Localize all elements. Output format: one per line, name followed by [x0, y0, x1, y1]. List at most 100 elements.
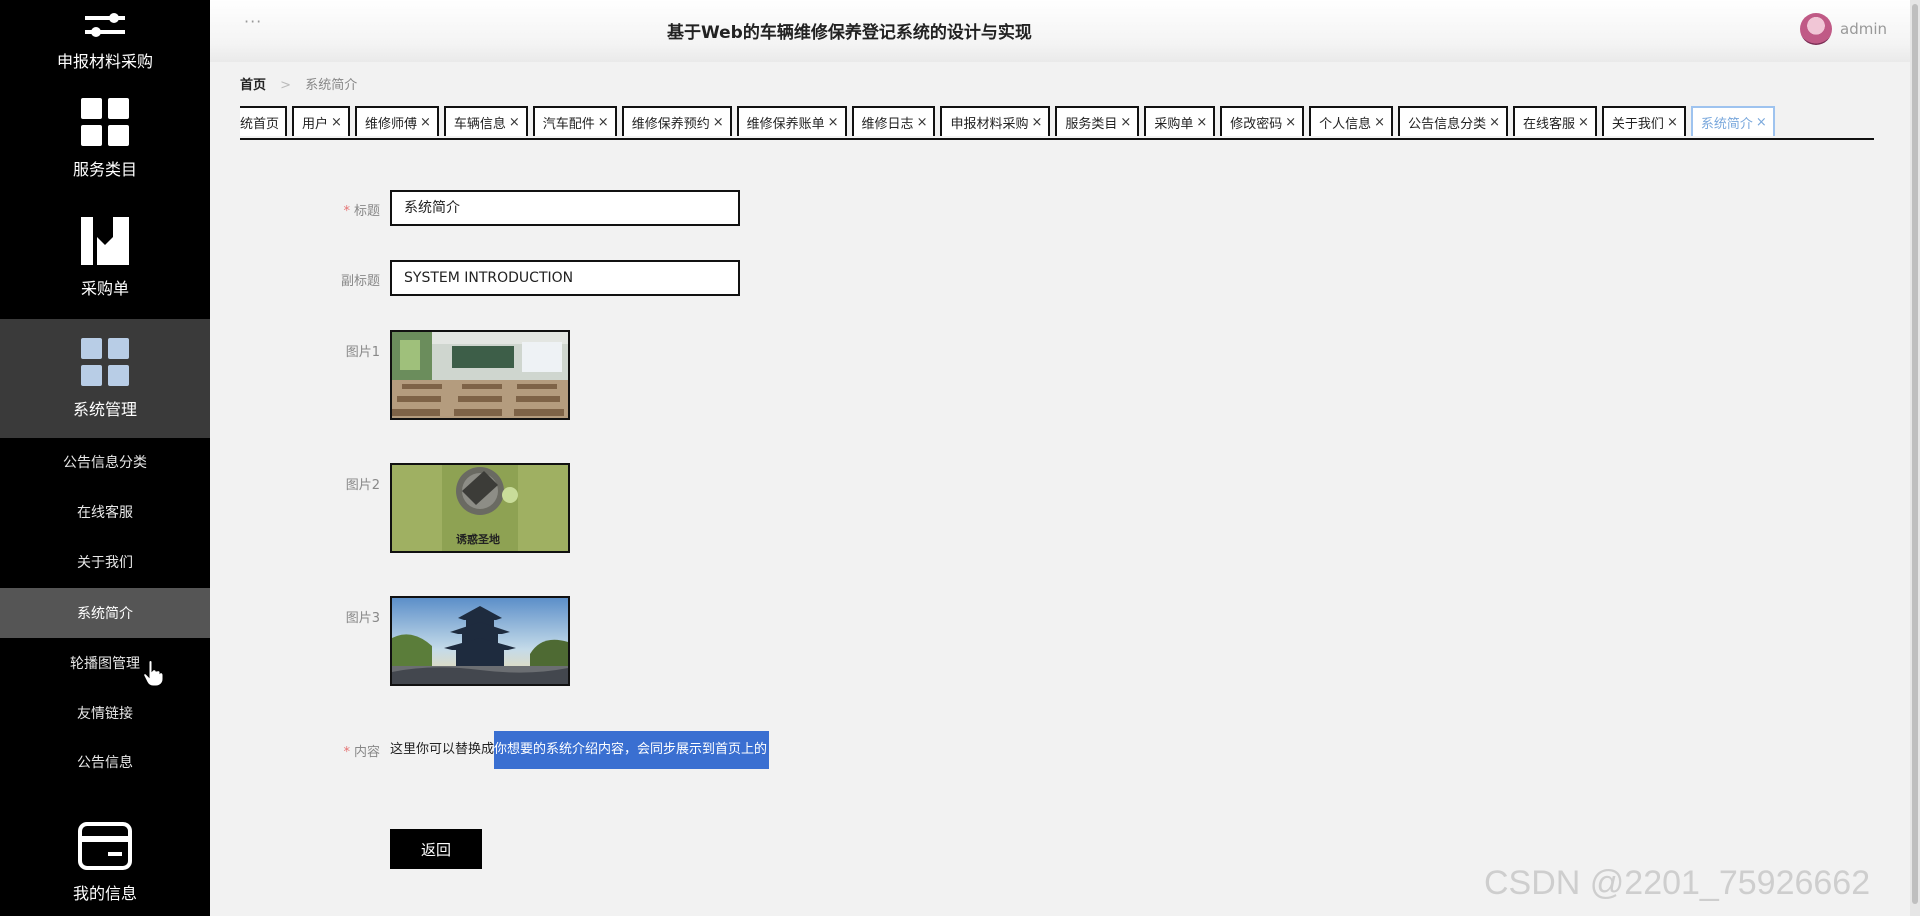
tab-label: 公告信息分类	[1408, 116, 1487, 132]
tab-label: 系统简介	[1700, 116, 1753, 132]
tab-item[interactable]: 申报材料采购 ×	[940, 106, 1051, 136]
image1-label: 图片1	[345, 345, 380, 360]
pagoda-image	[392, 598, 568, 684]
close-icon[interactable]: ×	[828, 115, 839, 130]
tab-item[interactable]: 车辆信息 ×	[443, 106, 528, 136]
tab-item[interactable]: 采购单 ×	[1144, 106, 1216, 136]
image2-label: 图片2	[345, 478, 380, 493]
tab-label: 申报材料采购	[950, 116, 1029, 132]
sidebar-item-service-category[interactable]: 服务类目	[0, 72, 210, 192]
tab-item[interactable]: 维修师傅 ×	[354, 106, 439, 136]
sidebar-item-material-purchase[interactable]: 申报材料采购	[0, 0, 210, 72]
required-mark: *	[343, 204, 350, 219]
close-icon[interactable]: ×	[509, 115, 520, 130]
tab-label: 个人信息	[1319, 116, 1372, 132]
tab-label: 维修师傅	[364, 116, 417, 132]
tab-item[interactable]: 公告信息分类 ×	[1398, 106, 1508, 136]
image2-thumbnail[interactable]: 诱惑圣地	[390, 463, 570, 553]
grid-icon	[81, 338, 129, 386]
classroom-image	[392, 332, 568, 418]
content-text-plain: 这里你可以替换成	[390, 742, 495, 757]
sidebar-subitem-notice-category[interactable]: 公告信息分类	[0, 437, 210, 487]
close-icon[interactable]: ×	[1285, 115, 1296, 130]
tab-item[interactable]: 在线客服 ×	[1513, 106, 1597, 136]
back-button[interactable]: 返回	[390, 829, 482, 869]
tab-label: 服务类目	[1065, 116, 1118, 132]
user-name[interactable]: admin	[1840, 20, 1887, 38]
tab-item[interactable]: 统首页	[240, 106, 288, 136]
tab-list: 统首页 用户 × 维修师傅 × 车辆信息 × 汽车配件 × 维修保养预约 × 维修保养账单 × 维修日志 ×…	[240, 106, 1775, 136]
sidebar-item-label: 采购单	[80, 279, 129, 298]
sidebar-item-label: 系统管理	[72, 400, 137, 419]
close-icon[interactable]: ×	[1667, 115, 1678, 130]
tab-item[interactable]: 服务类目 ×	[1055, 106, 1140, 136]
required-mark: *	[343, 745, 350, 760]
sidebar-item-system-management[interactable]: 系统管理	[0, 319, 210, 438]
sidebar-subitem-system-intro[interactable]: 系统简介	[0, 588, 210, 638]
image2-caption: 诱惑圣地	[456, 533, 500, 546]
sidebar-item-my-info[interactable]: 我的信息	[0, 800, 210, 904]
close-icon[interactable]: ×	[420, 115, 431, 130]
close-icon[interactable]: ×	[1489, 115, 1500, 130]
sliders-icon	[85, 13, 125, 37]
tab-label: 用户	[302, 116, 329, 132]
tab-label: 统首页	[240, 116, 280, 132]
tab-item[interactable]: 系统简介 ×	[1690, 106, 1775, 136]
close-icon[interactable]: ×	[713, 115, 724, 130]
menu-dots-icon[interactable]: ···	[244, 12, 262, 31]
close-icon[interactable]: ×	[1374, 115, 1385, 130]
close-icon[interactable]: ×	[1031, 115, 1042, 130]
tab-item[interactable]: 修改密码 ×	[1220, 106, 1305, 136]
breadcrumb-separator: >	[280, 78, 292, 93]
sidebar-item-label: 申报材料采购	[56, 52, 153, 71]
content-label-text: 内容	[353, 745, 380, 760]
tab-item[interactable]: 用户 ×	[292, 106, 350, 136]
sidebar-subitem-friend-links[interactable]: 友情链接	[0, 688, 210, 738]
tab-label: 维修保养账单	[746, 116, 825, 132]
app-title: 基于Web的车辆维修保养登记系统的设计与实现	[667, 23, 1032, 43]
breadcrumb-home[interactable]: 首页	[240, 78, 266, 93]
tab-label: 维修日志	[861, 116, 914, 132]
tab-item[interactable]: 维修保养预约 ×	[621, 106, 732, 136]
sidebar-subitem-notice-info[interactable]: 公告信息	[0, 737, 210, 787]
tab-label: 关于我们	[1611, 116, 1664, 132]
close-icon[interactable]: ×	[598, 115, 609, 130]
tab-item[interactable]: 汽车配件 ×	[532, 106, 617, 136]
scrollbar-thumb[interactable]	[1912, 4, 1918, 904]
close-icon[interactable]: ×	[1120, 115, 1131, 130]
close-icon[interactable]: ×	[917, 115, 928, 130]
avatar[interactable]	[1800, 13, 1832, 45]
tab-label: 采购单	[1154, 116, 1194, 132]
image1-thumbnail[interactable]	[390, 330, 570, 420]
tab-label: 维修保养预约	[631, 116, 710, 132]
subtitle-label: 副标题	[340, 274, 380, 289]
breadcrumb: 首页 > 系统简介	[240, 74, 357, 93]
subtitle-field[interactable]: SYSTEM INTRODUCTION	[390, 260, 740, 296]
top-header: ··· 基于Web的车辆维修保养登记系统的设计与实现 admin	[210, 0, 1910, 62]
sidebar-subitem-online-service[interactable]: 在线客服	[0, 487, 210, 537]
tab-label: 汽车配件	[542, 116, 595, 132]
sidebar-item-label: 我的信息	[72, 884, 137, 903]
tab-item[interactable]: 维修日志 ×	[851, 106, 936, 136]
sidebar-subitem-about-us[interactable]: 关于我们	[0, 537, 210, 587]
close-icon[interactable]: ×	[1578, 115, 1589, 130]
close-icon[interactable]: ×	[1756, 115, 1767, 130]
sidebar-subitem-carousel-management[interactable]: 轮播图管理	[0, 638, 210, 688]
title-label-text: 标题	[353, 204, 380, 219]
image3-label: 图片3	[345, 611, 380, 626]
card-icon	[78, 822, 132, 870]
close-icon[interactable]: ×	[1196, 115, 1207, 130]
image3-thumbnail[interactable]	[390, 596, 570, 686]
tab-item[interactable]: 关于我们 ×	[1601, 106, 1686, 136]
tab-item[interactable]: 维修保养账单 ×	[736, 106, 847, 136]
title-field[interactable]: 系统简介	[390, 190, 740, 226]
sidebar-item-purchase-order[interactable]: 采购单	[0, 192, 210, 311]
content-text-selected: 你想要的系统介绍内容，会同步展示到首页上的	[494, 731, 770, 769]
close-icon[interactable]: ×	[331, 115, 342, 130]
grid-icon	[81, 98, 129, 146]
content-field[interactable]: 这里你可以替换成你想要的系统介绍内容，会同步展示到首页上的	[390, 731, 770, 769]
title-label: * 标题	[232, 200, 380, 219]
tab-item[interactable]: 个人信息 ×	[1309, 106, 1394, 136]
hand-cursor-icon	[143, 660, 163, 686]
vertical-scrollbar[interactable]	[1910, 0, 1920, 916]
